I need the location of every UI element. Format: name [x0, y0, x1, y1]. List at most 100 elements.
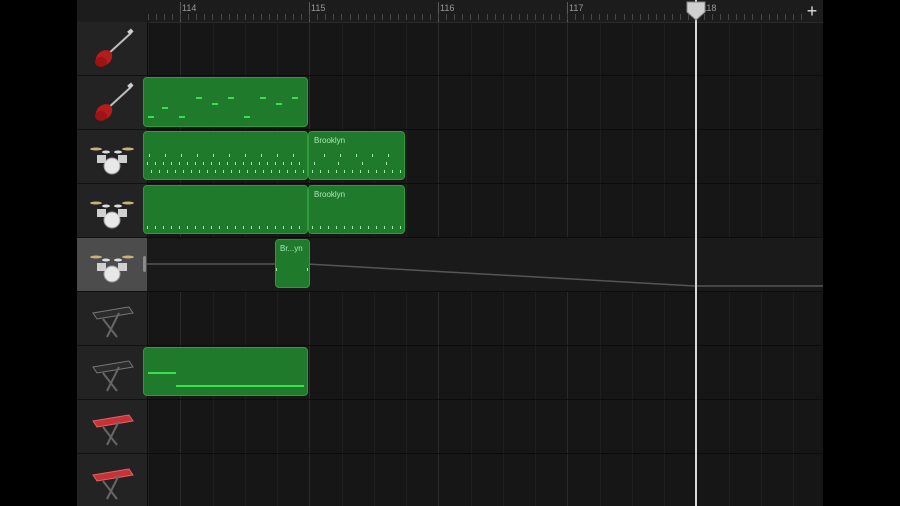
playhead[interactable]: [695, 0, 697, 506]
track-header-drums-2[interactable]: [77, 184, 147, 238]
drum-region-brooklyn[interactable]: Brooklyn: [308, 185, 405, 234]
ruler-tick: [261, 14, 262, 20]
drum-hit: [388, 154, 389, 157]
ruler-tick: [438, 14, 439, 20]
drum-region-short[interactable]: Br...yn: [275, 239, 310, 288]
ruler-tick: [446, 14, 447, 20]
drum-hit: [247, 170, 248, 173]
track-headers: [77, 22, 148, 506]
track-header-drums-1[interactable]: [77, 130, 147, 184]
drum-hit: [320, 170, 321, 173]
midi-note: [260, 97, 266, 99]
drum-hit: [227, 162, 228, 165]
ruler-tick: [575, 14, 576, 20]
track-header-keyboard-1[interactable]: [77, 292, 147, 346]
ruler-tick: [599, 14, 600, 20]
ruler-tick: [478, 14, 479, 20]
drum-hit: [215, 170, 216, 173]
drum-hit: [293, 154, 294, 157]
drum-hit: [376, 226, 377, 229]
ruler-tick: [285, 14, 286, 20]
track-header-guitar-2[interactable]: [77, 76, 147, 130]
drum-hit: [181, 154, 182, 157]
drum-hit: [352, 170, 353, 173]
playhead-handle[interactable]: [686, 0, 706, 22]
drum-hit: [328, 170, 329, 173]
drum-hit: [376, 170, 377, 173]
drum-hit: [175, 170, 176, 173]
midi-note: [176, 385, 304, 387]
drum-hit: [199, 170, 200, 173]
ruler-tick: [640, 14, 641, 20]
drum-hit: [179, 226, 180, 229]
ruler-tick: [204, 14, 205, 20]
track-resize-handle[interactable]: [143, 256, 146, 272]
add-section-button[interactable]: +: [803, 1, 821, 21]
drum-region[interactable]: [143, 185, 308, 234]
drum-hit: [287, 170, 288, 173]
ruler-tick: [607, 14, 608, 20]
ruler-tick: [245, 14, 246, 20]
ruler-tick: [333, 14, 334, 20]
track-header-drums-3-selected[interactable]: [77, 238, 147, 292]
ruler-tick: [454, 14, 455, 20]
ruler-tick: [325, 14, 326, 20]
drum-hit: [259, 226, 260, 229]
drum-hit: [207, 170, 208, 173]
ruler-tick: [253, 14, 254, 20]
drum-hit: [149, 154, 150, 157]
track-header-guitar-1[interactable]: [77, 22, 147, 76]
drum-hit: [243, 226, 244, 229]
drum-hit: [295, 170, 296, 173]
ruler-tick: [382, 14, 383, 20]
drum-hit: [229, 154, 230, 157]
ruler-tick: [680, 14, 681, 20]
drum-hit: [163, 162, 164, 165]
guitar-region[interactable]: [143, 77, 308, 127]
track-header-keyboard-2[interactable]: [77, 346, 147, 400]
drum-hit: [223, 170, 224, 173]
red-keyboard-icon: [92, 468, 134, 500]
drum-region[interactable]: [143, 131, 308, 180]
ruler-tick: [511, 14, 512, 20]
ruler-tick: [793, 14, 794, 20]
track-header-red-keyboard-2[interactable]: [77, 454, 147, 506]
drum-hit: [404, 154, 405, 157]
drum-hit: [211, 162, 212, 165]
drum-hit: [203, 226, 204, 229]
drum-hit: [299, 226, 300, 229]
ruler-tick: [221, 14, 222, 20]
ruler-tick: [406, 14, 407, 20]
keyboard-region[interactable]: [143, 347, 308, 396]
ruler-tick: [414, 14, 415, 20]
midi-note: [212, 103, 218, 105]
drum-hit: [155, 162, 156, 165]
ruler-tick: [462, 14, 463, 20]
ruler-tick: [430, 14, 431, 20]
drum-hit: [227, 226, 228, 229]
ruler-tick: [559, 14, 560, 20]
drum-hit: [400, 170, 401, 173]
ruler-tick: [350, 14, 351, 20]
ruler-tick: [317, 14, 318, 20]
bar-number: 116: [440, 3, 455, 13]
drum-hit: [147, 226, 148, 229]
ruler-tick: [390, 14, 391, 20]
bar-ruler[interactable]: 114 115 116 117 118 +: [147, 0, 823, 23]
midi-note: [292, 97, 298, 99]
tracks-area[interactable]: Brooklyn Brooklyn Br...yn: [143, 22, 823, 506]
track-header-red-keyboard-1[interactable]: [77, 400, 147, 454]
drum-hit: [368, 170, 369, 173]
ruler-tick: [188, 14, 189, 20]
drum-hit: [392, 226, 393, 229]
drum-hit: [243, 162, 244, 165]
drum-region-brooklyn[interactable]: Brooklyn: [308, 131, 405, 180]
drum-hit: [155, 226, 156, 229]
midi-note: [148, 116, 154, 118]
drum-hit: [165, 154, 166, 157]
ruler-tick: [341, 14, 342, 20]
drum-hit: [291, 162, 292, 165]
ruler-tick: [624, 14, 625, 20]
ruler-tick: [172, 14, 173, 20]
drum-hit: [362, 162, 363, 165]
